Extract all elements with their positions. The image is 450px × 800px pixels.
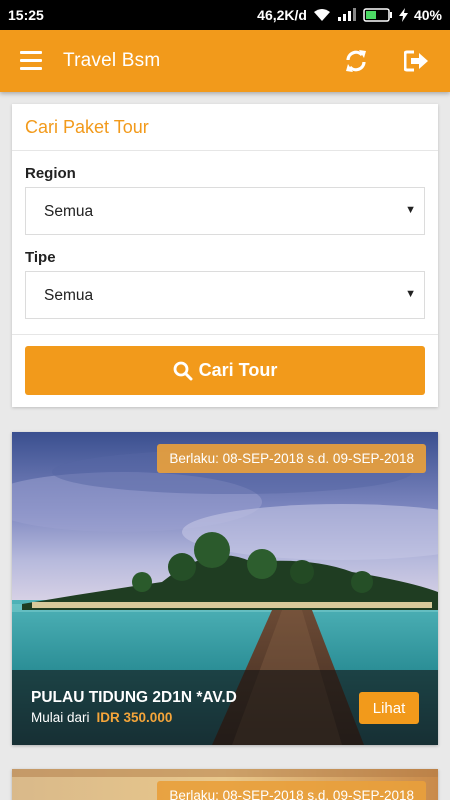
search-tour-card: Cari Paket Tour Region Semua ▼ Tipe Semu… [12, 104, 438, 407]
search-button-label: Cari Tour [198, 360, 278, 380]
logout-icon[interactable] [404, 49, 430, 73]
app-bar: Travel Bsm [0, 30, 450, 92]
charging-bolt-icon [398, 8, 408, 22]
signal-icon [337, 8, 356, 21]
price-prefix: Mulai dari [31, 710, 90, 725]
battery-percent: 40% [413, 7, 442, 23]
tour-name: PULAU TIDUNG 2D1N *AV.D [31, 689, 237, 706]
wifi-icon [313, 9, 330, 21]
region-select[interactable]: Semua ▼ [25, 187, 425, 235]
app-title: Travel Bsm [63, 50, 161, 71]
dropdown-arrow-icon: ▼ [405, 204, 416, 216]
region-label: Region [25, 165, 76, 182]
tour-card[interactable]: Berlaku: 08-SEP-2018 s.d. 09-SEP-2018 PU… [12, 432, 438, 745]
validity-badge: Berlaku: 08-SEP-2018 s.d. 09-SEP-2018 [157, 444, 426, 473]
tour-card[interactable]: Berlaku: 08-SEP-2018 s.d. 09-SEP-2018 [12, 769, 438, 800]
search-icon [173, 361, 193, 380]
divider [12, 334, 438, 335]
search-tour-button[interactable]: Cari Tour [25, 346, 425, 395]
type-select[interactable]: Semua ▼ [25, 271, 425, 319]
status-bar: 15:25 46,2K/d 40% [0, 0, 450, 30]
type-selected-value: Semua [44, 287, 94, 304]
search-card-title: Cari Paket Tour [12, 104, 438, 151]
region-selected-value: Semua [44, 203, 94, 220]
tour-price: IDR 350.000 [96, 710, 173, 725]
network-speed: 46,2K/d [257, 7, 307, 23]
view-tour-button[interactable]: Lihat [359, 692, 419, 724]
status-indicators: 46,2K/d 40% [257, 7, 442, 23]
dropdown-arrow-icon: ▼ [405, 288, 416, 300]
tour-info-overlay: PULAU TIDUNG 2D1N *AV.D Mulai dari IDR 35… [12, 670, 438, 745]
validity-badge: Berlaku: 08-SEP-2018 s.d. 09-SEP-2018 [157, 781, 426, 800]
price-line: Mulai dari IDR 350.000 [31, 710, 172, 725]
battery-icon [363, 8, 392, 22]
type-label: Tipe [25, 249, 56, 266]
refresh-icon[interactable] [344, 48, 368, 74]
menu-icon[interactable] [20, 51, 42, 71]
status-time: 15:25 [8, 7, 44, 23]
